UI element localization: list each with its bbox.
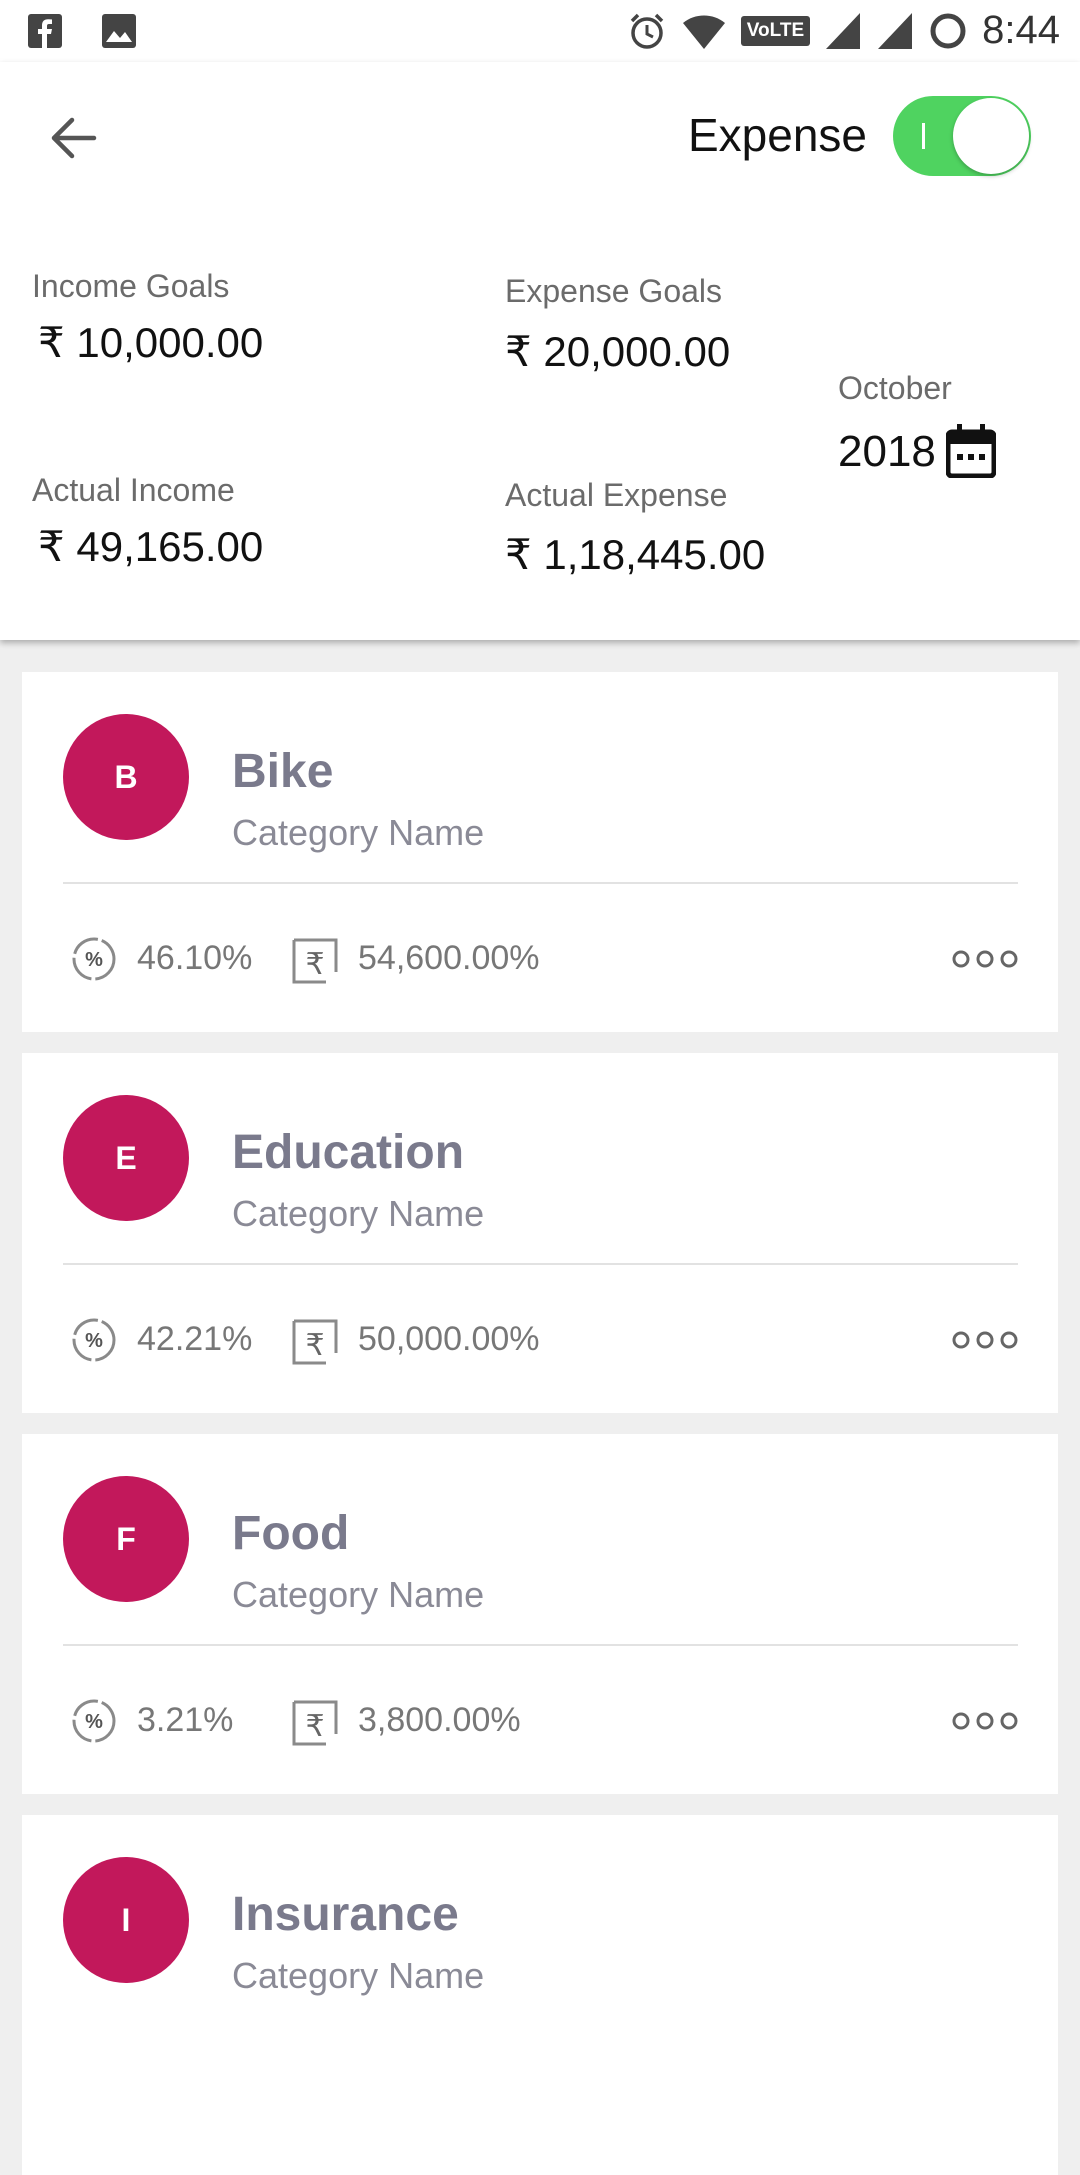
card-divider [63, 1263, 1018, 1265]
category-subtitle: Category Name [232, 812, 485, 853]
amount-value: 3,800.00% [358, 1701, 521, 1739]
svg-text:%: % [85, 1711, 103, 1733]
avatar-initial: B [114, 758, 138, 795]
category-card-insurance[interactable]: I Insurance Category Name [22, 1815, 1058, 2175]
actual-income-value: ₹ 49,165.00 [38, 523, 264, 570]
category-avatar: E [63, 1095, 189, 1221]
summary-header: Expense Income Goals ₹ 10,000.00 Expense… [0, 62, 1080, 640]
facebook-icon [28, 14, 62, 48]
card-divider [63, 882, 1018, 884]
calendar-icon[interactable] [946, 424, 996, 478]
category-subtitle: Category Name [232, 1193, 485, 1234]
amount-value: 50,000.00% [358, 1320, 540, 1358]
actual-expense-value: ₹ 1,18,445.00 [505, 531, 766, 578]
svg-text:%: % [85, 949, 103, 971]
avatar-initial: I [121, 1901, 131, 1938]
toggle-on-indicator [922, 123, 925, 149]
income-goals-value: ₹ 10,000.00 [38, 319, 264, 366]
category-avatar: F [63, 1476, 189, 1602]
rupee-icon: ₹ [292, 1319, 338, 1365]
year-value: 2018 [838, 427, 936, 476]
avatar-initial: F [116, 1520, 136, 1557]
svg-text:₹: ₹ [305, 1328, 324, 1363]
month-label: October [838, 370, 952, 406]
actual-expense-label: Actual Expense [505, 477, 728, 513]
expense-goals-value: ₹ 20,000.00 [505, 328, 731, 375]
percent-icon: % [72, 1699, 116, 1743]
gallery-icon [102, 14, 136, 48]
percent-icon: % [72, 1318, 116, 1362]
svg-text:%: % [85, 1330, 103, 1352]
expense-goals-label: Expense Goals [505, 273, 723, 309]
toggle-knob [953, 98, 1029, 174]
category-title: Food [232, 1507, 350, 1560]
wifi-icon [682, 15, 725, 49]
more-options-icon[interactable] [952, 1710, 1018, 1732]
amount-value: 54,600.00% [358, 939, 540, 977]
category-title: Education [232, 1126, 465, 1179]
more-options-icon[interactable] [952, 948, 1018, 970]
alarm-icon [630, 13, 664, 49]
volte-text: VoLTE [746, 19, 805, 41]
category-avatar: B [63, 714, 189, 840]
back-arrow-icon[interactable] [44, 108, 104, 168]
status-bar: VoLTE 8:44 [0, 0, 1080, 62]
category-card-food[interactable]: F Food Category Name % 3.21% ₹ 3,800.00% [22, 1434, 1058, 1794]
category-title: Insurance [232, 1888, 459, 1941]
signal-icon [878, 12, 913, 49]
rupee-icon: ₹ [292, 1700, 338, 1746]
card-divider [63, 1644, 1018, 1646]
mode-label: Expense [688, 109, 868, 161]
actual-income-label: Actual Income [32, 472, 235, 508]
percent-value: 42.21% [137, 1320, 253, 1358]
category-subtitle: Category Name [232, 1955, 485, 1996]
volte-badge: VoLTE [740, 15, 811, 46]
percent-value: 46.10% [137, 939, 253, 977]
loading-icon [930, 13, 966, 48]
category-subtitle: Category Name [232, 1574, 485, 1615]
category-card-bike[interactable]: B Bike Category Name % 46.10% ₹ 54,600.0… [22, 672, 1058, 1032]
more-options-icon[interactable] [952, 1329, 1018, 1351]
income-goals-label: Income Goals [32, 268, 230, 304]
svg-text:₹: ₹ [305, 947, 324, 982]
percent-value: 3.21% [137, 1701, 234, 1739]
status-time: 8:44 [982, 8, 1060, 52]
category-title: Bike [232, 745, 334, 798]
expense-toggle[interactable] [893, 96, 1031, 176]
signal-icon [826, 12, 861, 49]
rupee-icon: ₹ [292, 938, 338, 984]
percent-icon: % [72, 937, 116, 981]
category-avatar: I [63, 1857, 189, 1983]
avatar-initial: E [115, 1139, 137, 1176]
svg-text:₹: ₹ [305, 1709, 324, 1744]
category-card-education[interactable]: E Education Category Name % 42.21% ₹ 50,… [22, 1053, 1058, 1413]
